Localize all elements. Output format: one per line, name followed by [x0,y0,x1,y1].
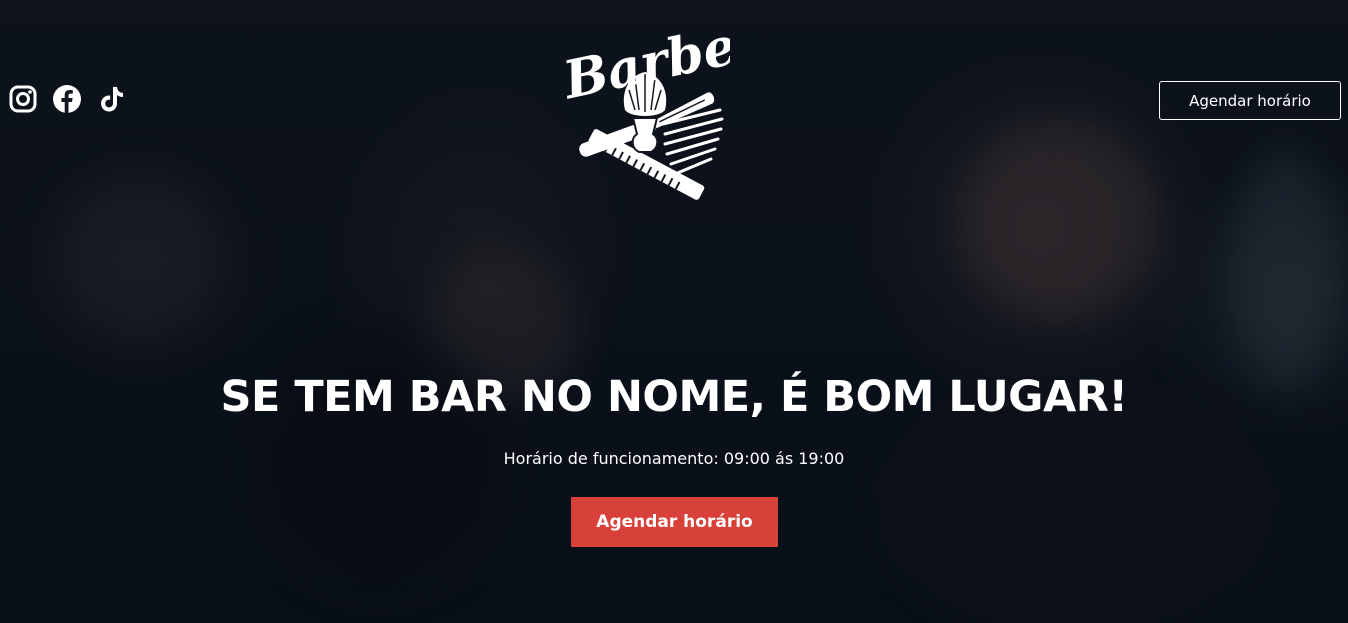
facebook-icon[interactable] [52,84,82,114]
header-schedule-button[interactable]: Agendar horário [1159,81,1341,120]
social-links [8,84,126,114]
instagram-icon[interactable] [8,84,38,114]
hero-headline: SE TEM BAR NO NOME, É BOM LUGAR! [220,372,1128,422]
barber-logo[interactable]: Barber [555,6,772,211]
tiktok-icon[interactable] [96,84,126,114]
hero-schedule-button[interactable]: Agendar horário [571,497,778,547]
opening-hours: Horário de funcionamento: 09:00 ás 19:00 [503,449,845,468]
